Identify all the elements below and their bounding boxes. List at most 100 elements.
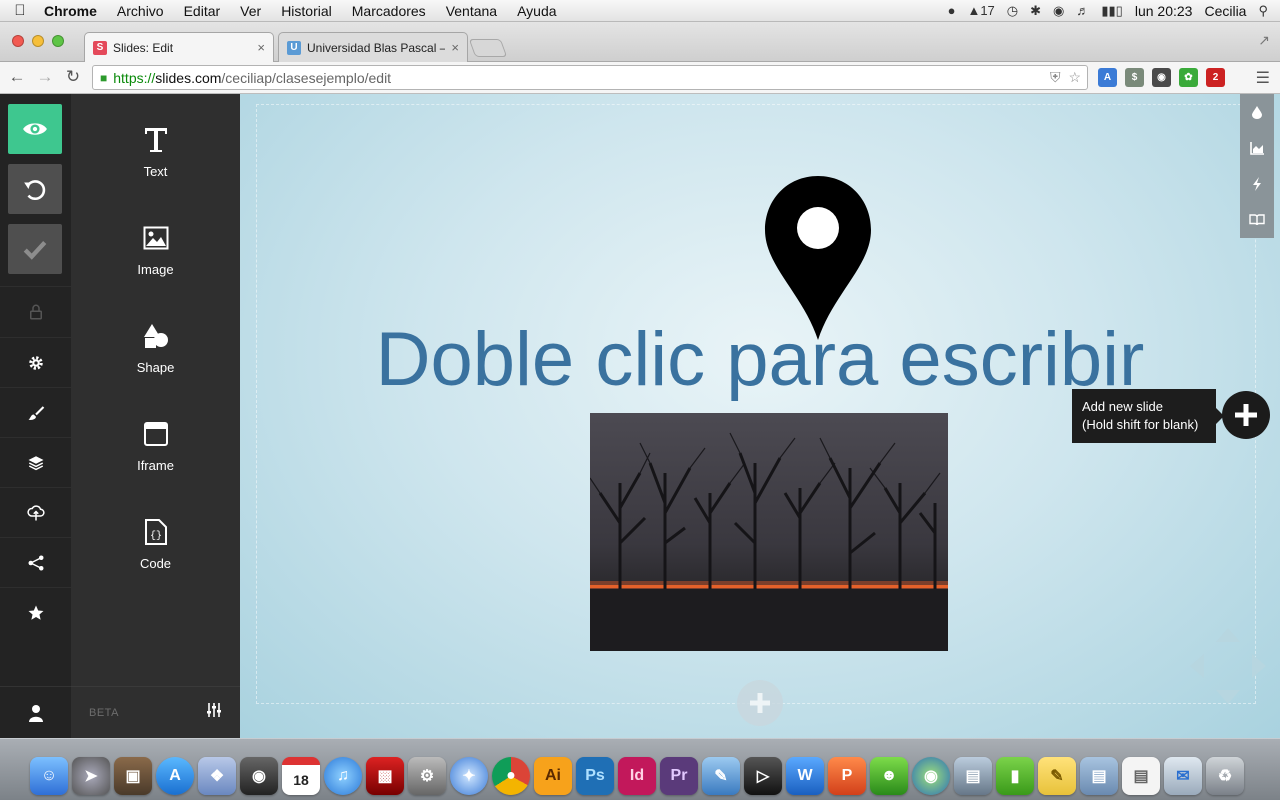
reload-icon[interactable]: ↻	[62, 67, 84, 87]
menu-marcadores[interactable]: Marcadores	[342, 3, 436, 19]
add-slide-down-button[interactable]	[737, 680, 783, 726]
messenger-icon[interactable]: ☻	[870, 757, 908, 795]
add-slide-right-button[interactable]	[1222, 391, 1270, 439]
back-arrow-icon[interactable]: ←	[6, 67, 28, 87]
wifi-icon[interactable]: ◉	[1053, 3, 1064, 19]
document-icon[interactable]: ▤	[1122, 757, 1160, 795]
preview-button[interactable]	[8, 104, 62, 154]
theme-button[interactable]	[1240, 94, 1274, 130]
menu-ayuda[interactable]: Ayuda	[507, 3, 566, 19]
background-button[interactable]	[1240, 130, 1274, 166]
text-tool[interactable]: Text	[71, 122, 240, 202]
translate-extension-icon[interactable]: A	[1098, 68, 1117, 87]
mail-icon[interactable]: ✉	[1164, 757, 1202, 795]
photo-icon[interactable]: ▣	[114, 757, 152, 795]
star-icon[interactable]: ☆	[1068, 69, 1081, 86]
slide-photo[interactable]	[590, 413, 948, 651]
preview-icon[interactable]: ❖	[198, 757, 236, 795]
apple-icon[interactable]: 	[0, 2, 40, 19]
safari-icon[interactable]: ✦	[450, 757, 488, 795]
itunes-icon[interactable]: ♫	[324, 757, 362, 795]
nav-up-arrow-icon[interactable]	[1216, 628, 1240, 642]
network-icon[interactable]: ◉	[912, 757, 950, 795]
iframe-tool[interactable]: Iframe	[71, 416, 240, 496]
adblock-extension-icon[interactable]: 2	[1206, 68, 1225, 87]
premiere-icon[interactable]: Pr	[660, 757, 698, 795]
shield-icon[interactable]: ⛨	[1050, 69, 1061, 86]
share-button[interactable]	[0, 537, 71, 587]
address-bar[interactable]: ■ https:// slides.com /ceciliap/clasesej…	[92, 65, 1088, 90]
hamburger-menu-icon[interactable]: ☰	[1256, 68, 1270, 88]
menu-ventana[interactable]: Ventana	[436, 3, 507, 19]
fcp-icon[interactable]: ▷	[744, 757, 782, 795]
nav-right-arrow-icon[interactable]	[1252, 654, 1266, 678]
forward-arrow-icon[interactable]: →	[34, 67, 56, 87]
layers-button[interactable]	[0, 437, 71, 487]
menu-clock[interactable]: lun 20:23	[1135, 3, 1193, 19]
volume-icon[interactable]: ♬	[1076, 3, 1089, 18]
evernote-extension-icon[interactable]: ✿	[1179, 68, 1198, 87]
new-tab-button[interactable]	[468, 39, 508, 57]
word-icon[interactable]: W	[786, 757, 824, 795]
folder-icon[interactable]: ▤	[1080, 757, 1118, 795]
close-icon[interactable]: ×	[451, 40, 459, 55]
fullscreen-icon[interactable]: ↗	[1258, 32, 1270, 49]
slide-navigation[interactable]	[1188, 626, 1268, 706]
evernote-icon[interactable]: ▮	[996, 757, 1034, 795]
menu-editar[interactable]: Editar	[174, 3, 231, 19]
calendar-icon[interactable]: 18	[282, 757, 320, 795]
menu-app-name[interactable]: Chrome	[40, 3, 107, 19]
screenshot-icon[interactable]: ▤	[954, 757, 992, 795]
import-button[interactable]	[0, 487, 71, 537]
illustrator-icon[interactable]: Ai	[534, 757, 572, 795]
launchpad-icon[interactable]: ➤	[72, 757, 110, 795]
photobooth-icon[interactable]: ▩	[366, 757, 404, 795]
settings-button[interactable]	[0, 337, 71, 387]
battery-icon[interactable]: ▮▮▯	[1101, 3, 1122, 19]
image-tool[interactable]: Image	[71, 220, 240, 300]
window-close-button[interactable]	[12, 35, 24, 47]
adobe-icon[interactable]: ▲17	[967, 3, 994, 18]
trash-icon[interactable]: ♻	[1206, 757, 1244, 795]
indesign-icon[interactable]: Id	[618, 757, 656, 795]
style-button[interactable]	[0, 387, 71, 437]
menu-user[interactable]: Cecilia	[1204, 3, 1246, 19]
nav-left-arrow-icon[interactable]	[1190, 654, 1204, 678]
lock-button[interactable]	[0, 286, 71, 336]
photoshop-icon[interactable]: Ps	[576, 757, 614, 795]
spotlight-icon[interactable]: ⚲	[1258, 3, 1268, 19]
camera-extension-icon[interactable]: ◉	[1152, 68, 1171, 87]
chrome-icon[interactable]: ●	[492, 757, 530, 795]
notification-icon[interactable]: ●	[948, 3, 956, 18]
bluetooth-icon[interactable]: ✱	[1030, 3, 1041, 19]
user-button[interactable]	[0, 686, 71, 738]
undo-button[interactable]	[8, 164, 62, 214]
nav-down-arrow-icon[interactable]	[1216, 690, 1240, 704]
code-tool[interactable]: {} Code	[71, 514, 240, 594]
menu-ver[interactable]: Ver	[230, 3, 271, 19]
system-prefs-icon[interactable]: ⚙	[408, 757, 446, 795]
powerpoint-icon[interactable]: P	[828, 757, 866, 795]
close-icon[interactable]: ×	[257, 40, 265, 55]
finder-icon[interactable]: ☺	[30, 757, 68, 795]
utility-icon[interactable]: ✎	[702, 757, 740, 795]
stickies-icon[interactable]: ✎	[1038, 757, 1076, 795]
transition-button[interactable]	[1240, 166, 1274, 202]
save-button[interactable]	[8, 224, 62, 274]
sliders-icon[interactable]	[206, 702, 222, 723]
notes-button[interactable]	[1240, 202, 1274, 238]
slide-title[interactable]: Doble clic para escribir	[340, 316, 1180, 403]
favorite-button[interactable]	[0, 587, 71, 637]
time-machine-icon[interactable]: ◷	[1007, 3, 1018, 19]
window-minimize-button[interactable]	[32, 35, 44, 47]
tab-universidad[interactable]: U Universidad Blas Pascal – C ×	[278, 32, 468, 62]
menu-archivo[interactable]: Archivo	[107, 3, 174, 19]
menu-historial[interactable]: Historial	[271, 3, 342, 19]
facetime-icon[interactable]: ◉	[240, 757, 278, 795]
tab-slides-edit[interactable]: S Slides: Edit ×	[84, 32, 274, 62]
slide-canvas[interactable]: Doble clic para escribir Add new slide (…	[240, 94, 1280, 738]
money-extension-icon[interactable]: $	[1125, 68, 1144, 87]
window-zoom-button[interactable]	[52, 35, 64, 47]
shape-tool[interactable]: Shape	[71, 318, 240, 398]
appstore-icon[interactable]: A	[156, 757, 194, 795]
